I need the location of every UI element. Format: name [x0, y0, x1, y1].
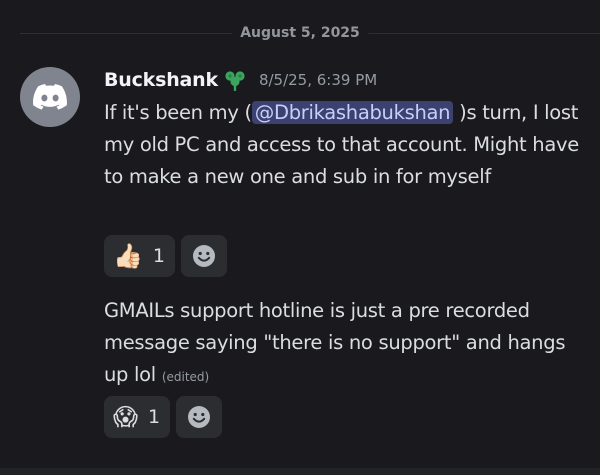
- smiley-icon: [188, 406, 211, 428]
- reaction-thumbs-up[interactable]: 👍🏻 1: [104, 235, 175, 277]
- avatar[interactable]: [20, 67, 80, 127]
- reactions-bar-2: 😱 1: [104, 396, 223, 438]
- bottom-bar: [0, 468, 600, 475]
- discord-logo-icon: [33, 84, 67, 110]
- clover-icon[interactable]: [223, 69, 247, 91]
- message-timestamp[interactable]: 8/5/25, 6:39 PM: [259, 71, 377, 89]
- username[interactable]: Buckshank: [104, 69, 218, 91]
- reactions-bar: 👍🏻 1: [104, 235, 227, 277]
- scream-emoji-icon: 😱: [113, 403, 139, 431]
- user-mention[interactable]: @Dbrikashabukshan: [251, 101, 454, 124]
- smiley-icon: [192, 245, 215, 267]
- message-text: If it's been my (@Dbrikashabukshan )s tu…: [104, 97, 584, 193]
- add-reaction-button[interactable]: [180, 235, 227, 277]
- add-reaction-button[interactable]: [176, 396, 223, 438]
- message-text-2: GMAILs support hotline is just a pre rec…: [104, 295, 584, 393]
- reaction-count: 1: [152, 245, 165, 267]
- reaction-scream[interactable]: 😱 1: [104, 396, 171, 438]
- thumbs-up-emoji-icon: 👍🏻: [113, 242, 143, 270]
- edited-label: (edited): [161, 370, 210, 384]
- reaction-count: 1: [148, 406, 161, 428]
- message-header: Buckshank 8/5/25, 6:39 PM: [104, 66, 377, 94]
- date-divider-label: August 5, 2025: [232, 24, 368, 42]
- message-text-start: If it's been my (: [104, 101, 252, 124]
